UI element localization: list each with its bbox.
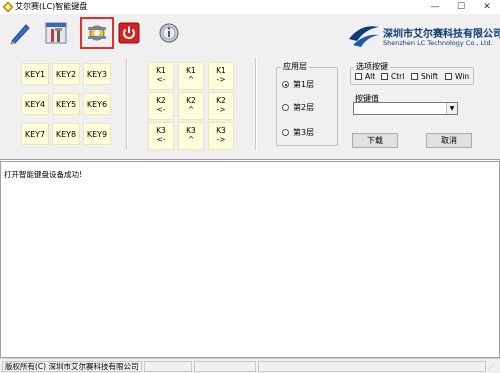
log-panel[interactable]: 打开智能键盘设备成功! xyxy=(0,161,500,358)
knob-button[interactable]: K3 <- xyxy=(148,122,174,150)
company-name-en: Shenzhen LC Technology Co., Ltd. xyxy=(383,39,493,47)
knob-button[interactable]: K2 <- xyxy=(148,92,174,120)
cancel-button[interactable]: 取消 xyxy=(426,133,472,148)
modifier-win-checkbox[interactable]: Win xyxy=(445,72,469,81)
knob-name: K1 xyxy=(216,66,226,75)
close-button[interactable]: ✕ xyxy=(474,0,500,14)
key-button[interactable]: KEY1 xyxy=(21,63,49,85)
company-logo-icon xyxy=(349,26,379,47)
pen-icon xyxy=(10,24,30,45)
layer-option-label: 第3层 xyxy=(293,128,315,137)
status-pane xyxy=(144,361,192,372)
window-title: 艾尔赛(LC)智能键盘 xyxy=(15,2,88,11)
log-line: 打开智能键盘设备成功! xyxy=(4,170,83,179)
knob-direction: ^ xyxy=(187,135,195,144)
status-copyright: 版权所有(C) 深圳市艾尔赛科技有限公司 xyxy=(2,361,142,372)
minimize-button[interactable]: — xyxy=(422,0,448,14)
knob-button[interactable]: K3 ^ xyxy=(178,122,204,150)
toolbar-power-button[interactable] xyxy=(112,17,146,49)
status-pane xyxy=(258,361,486,372)
key-button[interactable]: KEY5 xyxy=(52,93,80,115)
radio-dot xyxy=(282,129,289,136)
knob-button[interactable]: K2 -> xyxy=(208,92,234,120)
settings-icon xyxy=(88,25,106,41)
knob-direction: -> xyxy=(216,105,226,114)
tools-icon xyxy=(45,22,67,44)
key-button[interactable]: KEY7 xyxy=(21,123,49,145)
layer-group-label: 应用层 xyxy=(281,61,309,72)
key-button[interactable]: KEY4 xyxy=(21,93,49,115)
knob-name: K2 xyxy=(186,96,196,105)
divider xyxy=(255,58,257,150)
radio-dot xyxy=(282,81,289,88)
knob-button[interactable]: K1 ^ xyxy=(178,62,204,90)
info-icon xyxy=(159,23,179,43)
toolbar-settings-button[interactable] xyxy=(80,17,114,49)
key-button[interactable]: KEY9 xyxy=(83,123,111,145)
power-icon xyxy=(118,22,140,44)
knob-name: K3 xyxy=(216,126,226,135)
chevron-down-icon[interactable]: ▼ xyxy=(446,103,457,114)
checkbox-box xyxy=(381,73,388,80)
checkbox-box xyxy=(411,73,418,80)
layer-option-label: 第1层 xyxy=(293,80,315,89)
divider xyxy=(126,58,128,150)
knob-direction: ^ xyxy=(187,105,195,114)
knob-name: K3 xyxy=(156,126,166,135)
knob-button[interactable]: K2 ^ xyxy=(178,92,204,120)
resize-grip[interactable]: ⋰ xyxy=(488,362,498,372)
knob-direction: <- xyxy=(156,135,166,144)
toolbar-tools-button[interactable] xyxy=(40,17,74,49)
status-pane xyxy=(194,361,256,372)
layer-option-2[interactable]: 第2层 xyxy=(282,102,314,113)
knob-direction: ^ xyxy=(187,75,195,84)
knob-button[interactable]: K1 <- xyxy=(148,62,174,90)
layer-option-label: 第2层 xyxy=(293,103,315,112)
layer-option-3[interactable]: 第3层 xyxy=(282,127,314,138)
maximize-button[interactable]: ☐ xyxy=(448,0,474,14)
knob-name: K3 xyxy=(186,126,196,135)
modifier-label: Shift xyxy=(421,72,439,81)
company-name-cn: 深圳市艾尔赛科技有限公司 xyxy=(383,29,500,40)
radio-dot xyxy=(282,104,289,111)
knob-direction: -> xyxy=(216,135,226,144)
modifier-label: Alt xyxy=(365,72,376,81)
key-button[interactable]: KEY2 xyxy=(52,63,80,85)
modifier-label: Win xyxy=(455,72,470,81)
modifier-alt-checkbox[interactable]: Alt xyxy=(355,72,375,81)
main-panel: KEY1 KEY2 KEY3 KEY4 KEY5 KEY6 KEY7 KEY8 … xyxy=(0,50,500,160)
modifier-ctrl-checkbox[interactable]: Ctrl xyxy=(381,72,404,81)
key-button[interactable]: KEY8 xyxy=(52,123,80,145)
download-button[interactable]: 下载 xyxy=(352,133,398,148)
knob-name: K2 xyxy=(156,96,166,105)
toolbar: 深圳市艾尔赛科技有限公司 Shenzhen LC Technology Co.,… xyxy=(0,14,500,50)
company-logo: 深圳市艾尔赛科技有限公司 Shenzhen LC Technology Co.,… xyxy=(347,19,500,51)
checkbox-box xyxy=(355,73,362,80)
knob-button[interactable]: K3 -> xyxy=(208,122,234,150)
key-button[interactable]: KEY3 xyxy=(83,63,111,85)
layer-option-1[interactable]: 第1层 xyxy=(282,79,314,90)
knob-name: K2 xyxy=(216,96,226,105)
modifier-label: Ctrl xyxy=(391,72,405,81)
modifier-group-label: 选项按键 xyxy=(354,61,390,72)
title-bar: 艾尔赛(LC)智能键盘 — ☐ ✕ xyxy=(0,0,500,14)
key-button[interactable]: KEY6 xyxy=(83,93,111,115)
status-bar: 版权所有(C) 深圳市艾尔赛科技有限公司 ⋰ xyxy=(0,358,500,373)
modifier-shift-checkbox[interactable]: Shift xyxy=(411,72,438,81)
knob-direction: <- xyxy=(156,75,166,84)
toolbar-info-button[interactable] xyxy=(152,17,186,49)
keyvalue-select[interactable]: ▼ xyxy=(353,102,458,115)
checkbox-box xyxy=(445,73,452,80)
toolbar-edit-button[interactable] xyxy=(3,17,37,49)
knob-name: K1 xyxy=(156,66,166,75)
knob-name: K1 xyxy=(186,66,196,75)
app-icon xyxy=(3,2,13,12)
knob-direction: -> xyxy=(216,75,226,84)
knob-button[interactable]: K1 -> xyxy=(208,62,234,90)
knob-direction: <- xyxy=(156,105,166,114)
